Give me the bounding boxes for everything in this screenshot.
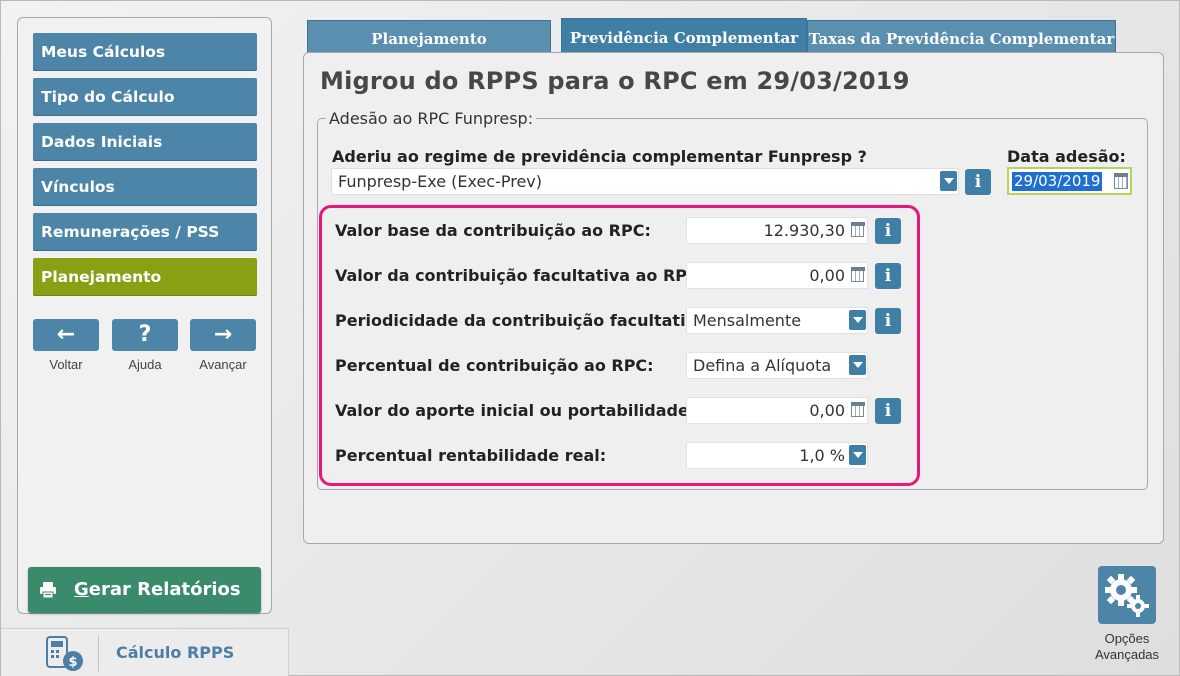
base-contribution-input[interactable]: 12.930,30 (686, 217, 868, 244)
calendar-icon[interactable] (1114, 173, 1128, 189)
printer-icon (40, 582, 56, 599)
real-return-label: Percentual rentabilidade real: (335, 446, 607, 465)
footer-divider (98, 635, 99, 671)
periodicity-label: Periodicidade da contribuição facultativ… (335, 311, 714, 330)
contribution-percent-label: Percentual de contribuição ao RPC: (335, 356, 654, 375)
periodicity-select[interactable]: Mensalmente (686, 307, 868, 334)
sidebar-item-meus-calculos[interactable]: Meus Cálculos (33, 33, 257, 71)
generate-reports-button[interactable]: Gerar Relatórios (28, 567, 261, 613)
svg-text:$: $ (68, 655, 77, 670)
base-contribution-value: 12.930,30 (763, 221, 845, 240)
gears-icon (1105, 574, 1149, 617)
info-icon: i (884, 266, 892, 286)
info-button-base-contribution[interactable]: i (875, 218, 901, 244)
sidebar-item-planejamento[interactable]: Planejamento (33, 258, 257, 296)
adhesion-select[interactable]: Funpresp-Exe (Exec-Prev) (331, 168, 959, 195)
info-button-adhesion[interactable]: i (965, 169, 991, 195)
info-icon: i (974, 172, 982, 192)
tab-previdencia-complementar[interactable]: Previdência Complementar (561, 18, 807, 54)
optional-contribution-label: Valor da contribuição facultativa ao RPC… (335, 266, 706, 285)
chevron-down-icon[interactable] (849, 355, 866, 375)
page-title: Migrou do RPPS para o RPC em 29/03/2019 (320, 67, 910, 95)
forward-label: Avançar (199, 357, 247, 372)
app-footer: $ Cálculo RPPS (1, 628, 289, 676)
info-button-optional-contribution[interactable]: i (875, 263, 901, 289)
adhesion-select-value: Funpresp-Exe (Exec-Prev) (338, 172, 543, 191)
sidebar-item-remuneracoes-pss[interactable]: Remunerações / PSS (33, 213, 257, 251)
arrow-right-icon: → (213, 322, 233, 347)
tab-taxas-previdencia-complementar[interactable]: Taxas da Previdência Complementar (807, 20, 1116, 54)
adhesion-date-label: Data adesão: (1007, 147, 1126, 166)
initial-contribution-value: 0,00 (809, 401, 845, 420)
sidebar-item-dados-iniciais[interactable]: Dados Iniciais (33, 123, 257, 161)
info-icon: i (884, 401, 892, 421)
contribution-percent-select[interactable]: Defina a Alíquota (686, 352, 868, 379)
sidebar-item-tipo-do-calculo[interactable]: Tipo do Cálculo (33, 78, 257, 116)
base-contribution-label: Valor base da contribuição ao RPC: (335, 221, 651, 240)
back-button[interactable]: ← (33, 319, 99, 351)
calculator-icon[interactable] (851, 402, 865, 417)
info-button-periodicity[interactable]: i (875, 308, 901, 334)
adhesion-date-value: 29/03/2019 (1012, 172, 1103, 191)
calculator-icon[interactable] (851, 222, 865, 237)
generate-reports-label: Gerar Relatórios (74, 579, 241, 600)
initial-contribution-input[interactable]: 0,00 (686, 397, 868, 424)
arrow-left-icon: ← (56, 322, 76, 347)
question-icon: ? (138, 322, 152, 347)
optional-contribution-value: 0,00 (809, 266, 845, 285)
fieldset-legend: Adesão ao RPC Funpresp: (326, 109, 537, 128)
advanced-options-label: Opções Avançadas (1094, 631, 1160, 662)
app-title: Cálculo RPPS (116, 643, 235, 662)
advanced-options-button[interactable] (1098, 566, 1156, 624)
info-icon: i (884, 311, 892, 331)
calculator-icon[interactable] (851, 267, 865, 282)
real-return-select[interactable]: 1,0 % (686, 442, 868, 469)
calculator-money-icon: $ (46, 636, 83, 671)
back-label: Voltar (49, 357, 83, 372)
adhesion-date-field[interactable]: 29/03/2019 (1007, 167, 1132, 195)
chevron-down-icon[interactable] (849, 445, 866, 465)
tab-planejamento-previdenciario[interactable]: Planejamento Previdenciário (307, 20, 551, 84)
real-return-value: 1,0 % (799, 446, 845, 465)
info-button-initial-contribution[interactable]: i (875, 398, 901, 424)
contribution-percent-value: Defina a Alíquota (693, 356, 832, 375)
optional-contribution-input[interactable]: 0,00 (686, 262, 868, 289)
sidebar-item-vinculos[interactable]: Vínculos (33, 168, 257, 206)
periodicity-value: Mensalmente (693, 311, 802, 330)
help-button[interactable]: ? (112, 319, 178, 351)
info-icon: i (884, 221, 892, 241)
sidebar: Meus Cálculos Tipo do Cálculo Dados Inic… (17, 17, 272, 614)
help-label: Ajuda (128, 357, 162, 372)
chevron-down-icon[interactable] (940, 171, 957, 191)
chevron-down-icon[interactable] (849, 310, 866, 330)
adhesion-question: Aderiu ao regime de previdência compleme… (332, 147, 867, 166)
initial-contribution-label: Valor do aporte inicial ou portabilidade… (335, 401, 696, 420)
forward-button[interactable]: → (190, 319, 256, 351)
